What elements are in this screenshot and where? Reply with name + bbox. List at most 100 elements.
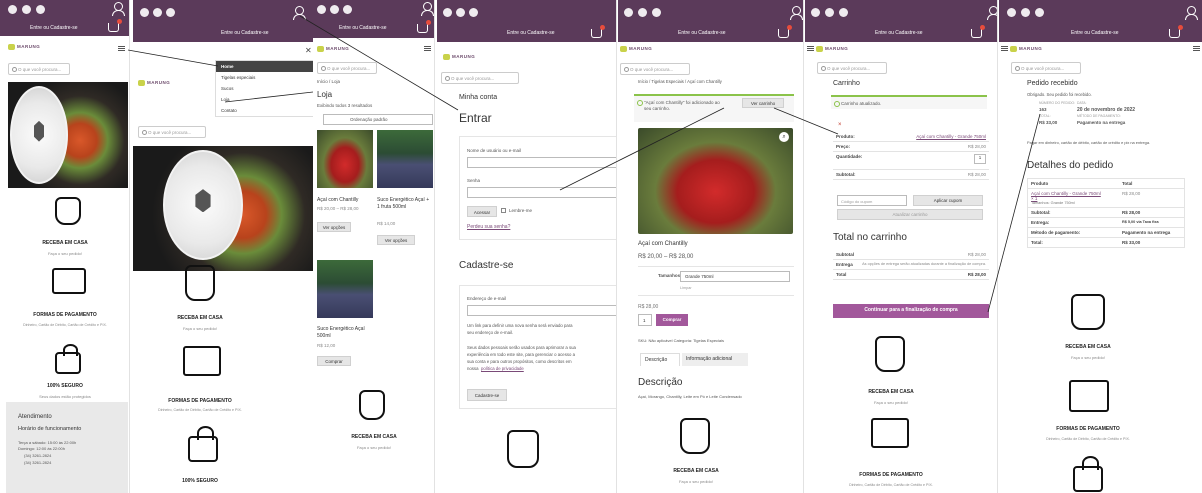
login-link[interactable]: Entre ou Cadastre-se [30, 25, 78, 31]
sort-select[interactable]: Ordenação padrão [323, 114, 433, 125]
email-input[interactable] [467, 305, 616, 316]
view-cart-button[interactable]: Ver carrinho [742, 98, 784, 108]
whatsapp-icon[interactable] [36, 5, 45, 14]
lost-password-link[interactable]: Perdeu sua senha? [467, 224, 510, 231]
instagram-icon[interactable] [330, 5, 339, 14]
buy-button[interactable]: Comprar [656, 314, 688, 326]
footer-phone[interactable]: (34) 3261-2824 [24, 453, 51, 458]
facebook-icon[interactable] [8, 5, 17, 14]
product-image[interactable] [317, 130, 373, 188]
instagram-icon[interactable] [22, 5, 31, 14]
whatsapp-icon[interactable] [839, 8, 848, 17]
checkout-button[interactable]: Continuar para a finalização de compra [833, 304, 989, 318]
user-icon[interactable] [790, 6, 803, 20]
quantity-input[interactable]: 1 [638, 314, 652, 326]
zoom-icon[interactable]: ⌕ [779, 132, 789, 142]
cart-icon[interactable] [971, 25, 985, 38]
cart-icon[interactable] [417, 20, 431, 33]
nav-item-loja[interactable]: Loja [216, 94, 314, 105]
search-input[interactable]: O que você procura... [138, 126, 206, 138]
logo[interactable]: MARUNG [138, 80, 170, 86]
username-input[interactable] [467, 157, 616, 168]
login-link[interactable]: Entre ou Cadastre-se [339, 25, 387, 31]
user-icon[interactable] [293, 6, 306, 20]
coupon-input[interactable]: Código do cupom [837, 195, 907, 206]
facebook-icon[interactable] [317, 5, 326, 14]
facebook-icon[interactable] [1007, 8, 1016, 17]
logo[interactable]: MARUNG [317, 46, 349, 52]
whatsapp-icon[interactable] [1035, 8, 1044, 17]
product-link[interactable]: Açaí com Chantilly - Grande 750ml [879, 132, 989, 142]
product-name[interactable]: Açaí com Chantilly [317, 197, 358, 204]
menu-icon[interactable] [807, 46, 814, 51]
search-input[interactable]: O que você procura... [441, 72, 519, 84]
instagram-icon[interactable] [456, 8, 465, 17]
nav-item-home[interactable]: Home [216, 61, 314, 72]
instagram-icon[interactable] [153, 8, 162, 17]
instagram-icon[interactable] [638, 8, 647, 17]
whatsapp-icon[interactable] [343, 5, 352, 14]
menu-icon[interactable] [1001, 46, 1008, 51]
instagram-icon[interactable] [1021, 8, 1030, 17]
whatsapp-icon[interactable] [652, 8, 661, 17]
cart-icon[interactable] [591, 25, 605, 38]
menu-icon[interactable] [424, 46, 431, 51]
whatsapp-icon[interactable] [166, 8, 175, 17]
user-icon[interactable] [112, 2, 125, 16]
product-image[interactable] [377, 130, 433, 188]
password-input[interactable] [467, 187, 616, 198]
logo[interactable]: MARUNG [443, 54, 475, 60]
close-icon[interactable]: ✕ [305, 46, 312, 55]
product-image[interactable] [317, 260, 373, 318]
product-name[interactable]: Suco Energético Açaí + 1 fruta 500ml [377, 197, 433, 210]
tab-description[interactable]: Descrição [640, 353, 680, 366]
menu-icon[interactable] [118, 46, 125, 51]
whatsapp-icon[interactable] [469, 8, 478, 17]
facebook-icon[interactable] [140, 8, 149, 17]
login-link[interactable]: Entre ou Cadastre-se [875, 30, 923, 36]
logo[interactable]: MARUNG [8, 44, 40, 50]
facebook-icon[interactable] [624, 8, 633, 17]
user-icon[interactable] [1185, 6, 1198, 20]
cart-icon[interactable] [1169, 25, 1183, 38]
nav-item-tigelas[interactable]: Tigelas especiais [216, 72, 314, 83]
nav-item-contato[interactable]: Contato [216, 105, 314, 116]
quantity-input[interactable]: 1 [974, 154, 986, 164]
login-link[interactable]: Entre ou Cadastre-se [221, 30, 269, 36]
login-button[interactable]: Acessar [467, 206, 497, 217]
view-options-button[interactable]: Ver opções [317, 222, 351, 232]
privacy-link[interactable]: política de privacidade [481, 366, 524, 372]
instagram-icon[interactable] [825, 8, 834, 17]
facebook-icon[interactable] [443, 8, 452, 17]
footer-whatsapp[interactable]: (34) 3261-2824 [24, 460, 51, 465]
tab-additional-info[interactable]: Informação adicional [682, 353, 748, 366]
logo[interactable]: MARUNG [816, 46, 848, 52]
search-input[interactable]: O que você procura... [817, 62, 887, 74]
order-item-link[interactable]: Açaí com Chantilly - Grande 750ml × 1 [1031, 191, 1101, 201]
logo[interactable]: MARUNG [620, 46, 652, 52]
user-icon[interactable] [421, 2, 434, 16]
cart-icon[interactable] [778, 25, 792, 38]
product-name[interactable]: Suco Energético Açaí 500ml [317, 326, 373, 339]
nav-item-sucos[interactable]: Sucos [216, 83, 314, 94]
menu-icon[interactable] [1193, 46, 1200, 51]
remove-item-icon[interactable]: × [838, 122, 842, 128]
user-icon[interactable] [987, 6, 997, 20]
cart-icon[interactable] [108, 19, 122, 32]
view-options-button[interactable]: Ver opções [377, 235, 415, 245]
login-link[interactable]: Entre ou Cadastre-se [507, 30, 555, 36]
facebook-icon[interactable] [811, 8, 820, 17]
login-link[interactable]: Entre ou Cadastre-se [678, 30, 726, 36]
logo[interactable]: MARUNG [1010, 46, 1042, 52]
search-input[interactable]: O que você procura... [620, 63, 690, 75]
search-input[interactable]: O que você procura... [8, 63, 70, 75]
login-link[interactable]: Entre ou Cadastre-se [1071, 30, 1119, 36]
remember-checkbox[interactable] [501, 208, 506, 213]
update-cart-button[interactable]: Atualizar carrinho [837, 209, 983, 220]
apply-coupon-button[interactable]: Aplicar cupom [913, 195, 983, 206]
search-input[interactable]: O que você procura... [1011, 62, 1081, 74]
buy-button[interactable]: Comprar [317, 356, 351, 366]
register-button[interactable]: Cadastre-se [467, 389, 507, 401]
size-select[interactable]: Grande 750ml [680, 271, 790, 282]
search-input[interactable]: O que você procura... [317, 62, 377, 74]
